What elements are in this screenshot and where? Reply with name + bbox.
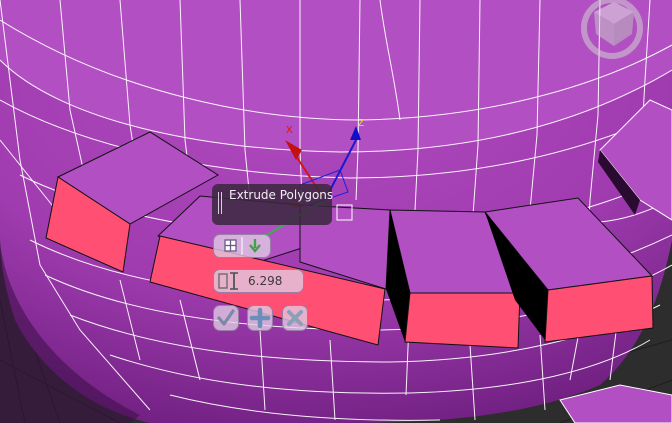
grip-icon[interactable] [218, 192, 224, 214]
x-axis-label: X [286, 125, 293, 136]
z-axis-label: Z [358, 118, 364, 129]
caddy-title-bar[interactable]: Extrude Polygons [212, 184, 334, 225]
extrude-mode-button[interactable] [213, 234, 271, 258]
plus-icon [249, 307, 271, 329]
extrude-height-field[interactable]: 6.298 [213, 269, 304, 293]
ok-button[interactable] [213, 305, 239, 331]
x-icon [287, 310, 303, 326]
extrude-height-value[interactable]: 6.298 [248, 274, 282, 288]
cancel-button[interactable] [282, 305, 308, 331]
viewport-scene[interactable]: X Z [0, 0, 672, 423]
extrude-group-icon [224, 237, 261, 255]
checkmark-icon [217, 309, 235, 326]
apply-and-continue-button[interactable] [247, 305, 273, 331]
caddy-title: Extrude Polygons [229, 188, 334, 202]
viewport[interactable]: X Z [0, 0, 672, 423]
extrude-height-icon [218, 272, 238, 290]
